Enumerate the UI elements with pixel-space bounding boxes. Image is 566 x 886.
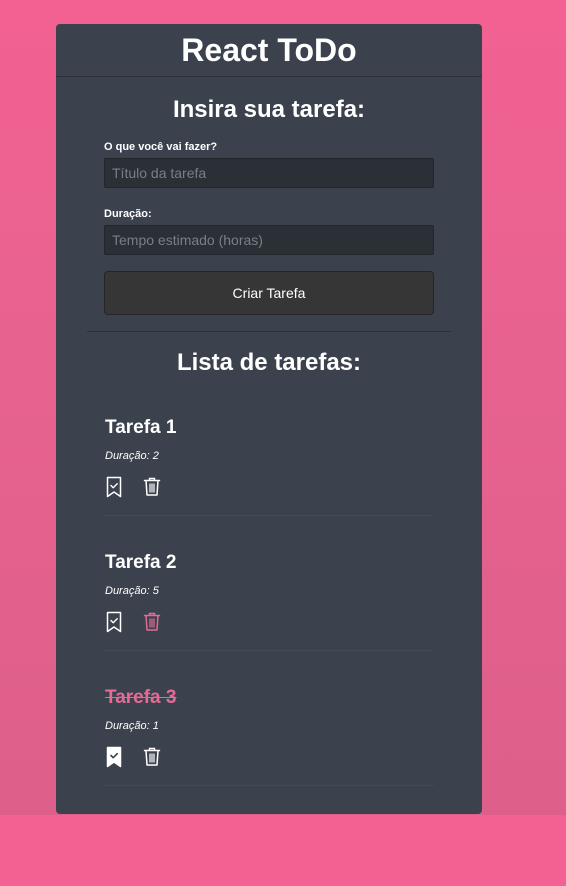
task-list: Tarefa 1 Duração: 2 Tarefa 2 Duração: 5 [56,417,482,786]
task-title: Tarefa 1 [105,417,177,438]
title-field-group: O que você vai fazer? [104,141,434,188]
task-title-input[interactable] [104,158,434,188]
task-actions [105,611,434,633]
task-item: Tarefa 1 Duração: 2 [104,417,434,516]
trash-icon[interactable] [143,746,161,768]
todo-app-panel: React ToDo Insira sua tarefa: O que você… [56,24,482,814]
task-title: Tarefa 3 [105,687,177,708]
task-actions [105,746,434,768]
task-duration: Duração: 5 [105,585,159,597]
create-task-button[interactable]: Criar Tarefa [104,271,434,315]
task-title: Tarefa 2 [105,552,177,573]
task-item: Tarefa 3 Duração: 1 [104,687,434,786]
duration-field-label: Duração: [104,208,152,220]
task-duration: Duração: 1 [105,720,159,732]
trash-icon[interactable] [143,476,161,498]
bookmark-check-icon[interactable] [105,611,123,633]
duration-field-group: Duração: [104,208,434,255]
bookmark-check-icon[interactable] [105,476,123,498]
trash-icon[interactable] [143,611,161,633]
app-header: React ToDo [56,24,482,77]
page-footer-band [0,847,566,886]
title-field-label: O que você vai fazer? [104,141,218,153]
task-form: Insira sua tarefa: O que você vai fazer?… [56,96,482,315]
app-title: React ToDo [181,31,357,68]
bookmark-check-fill-icon[interactable] [105,746,123,768]
form-heading: Insira sua tarefa: [172,96,366,123]
task-item: Tarefa 2 Duração: 5 [104,552,434,651]
task-duration: Duração: 2 [105,450,159,462]
list-heading: Lista de tarefas: [176,349,362,376]
task-actions [105,476,434,498]
task-duration-input[interactable] [104,225,434,255]
section-divider [87,331,451,332]
